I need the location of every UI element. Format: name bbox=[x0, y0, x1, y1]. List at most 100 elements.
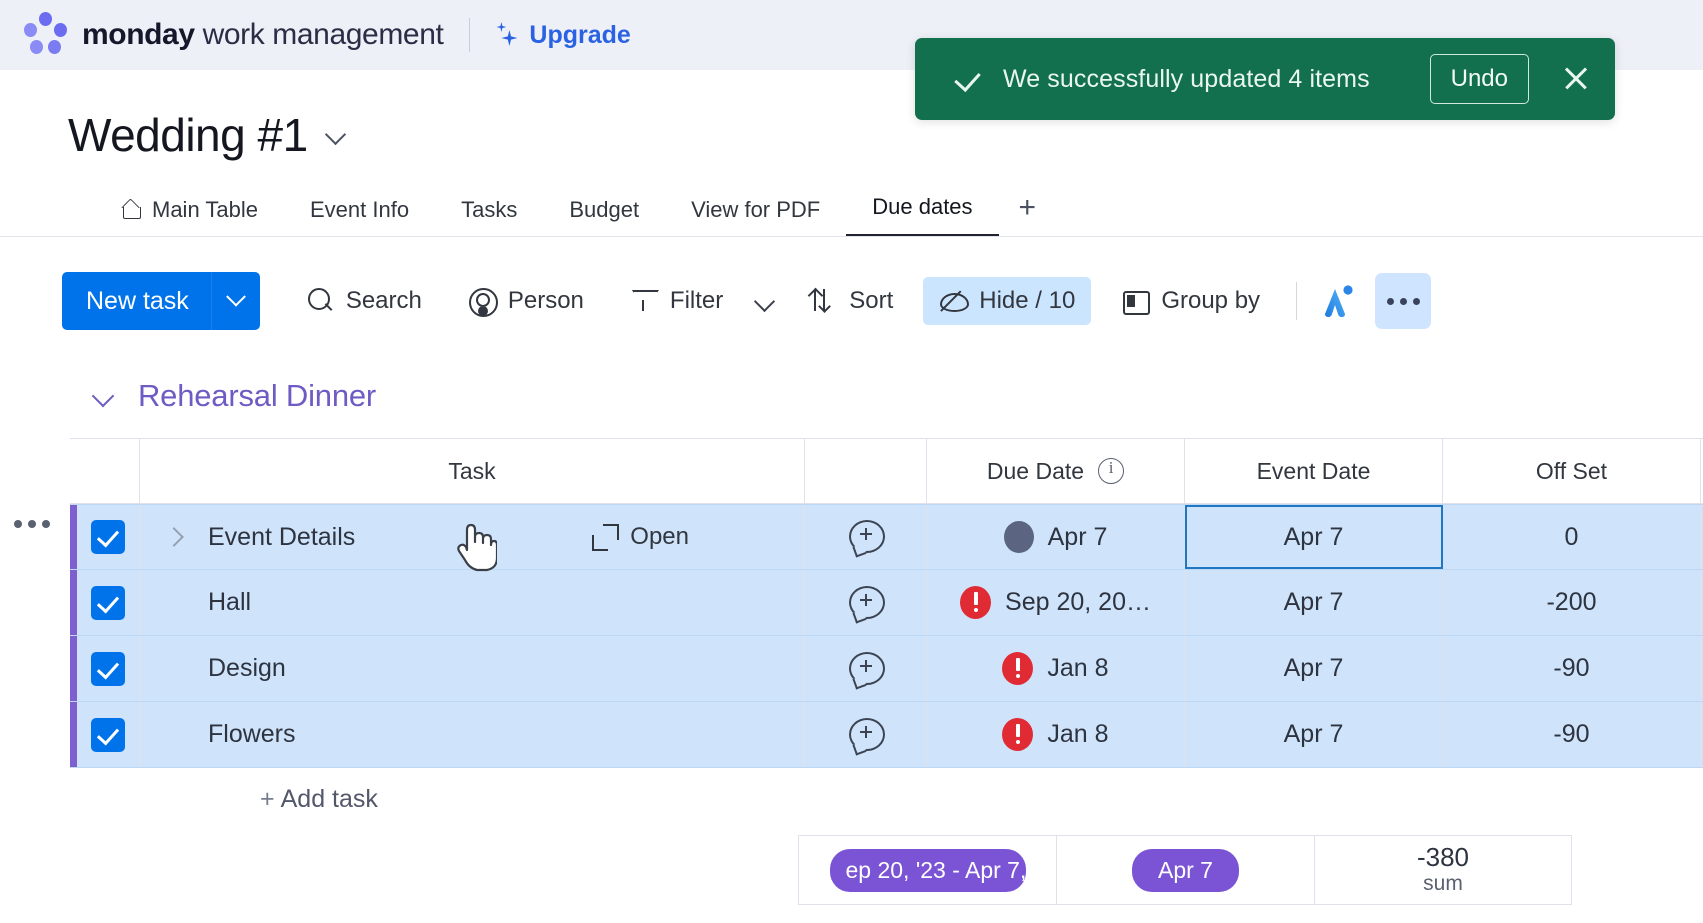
due-date-cell[interactable]: Jan 8 bbox=[927, 636, 1185, 701]
upgrade-button[interactable]: Upgrade bbox=[496, 21, 631, 50]
board-name[interactable]: Wedding #1 bbox=[68, 108, 308, 162]
due-date-cell[interactable]: Jan 8 bbox=[927, 702, 1185, 767]
person-label: Person bbox=[507, 287, 584, 314]
monday-ai-icon[interactable] bbox=[1315, 280, 1357, 322]
row-checkbox[interactable] bbox=[91, 717, 125, 752]
row-checkbox-cell[interactable] bbox=[77, 570, 140, 635]
tab-label: Due dates bbox=[872, 194, 973, 219]
due-date-cell[interactable]: Sep 20, 20… bbox=[927, 570, 1185, 635]
group-accent-bar bbox=[70, 636, 77, 701]
column-header-due-date[interactable]: Due Date bbox=[927, 439, 1185, 503]
event-date-value: Apr 7 bbox=[1283, 654, 1344, 682]
chevron-down-icon[interactable] bbox=[326, 124, 348, 146]
group-title[interactable]: Rehearsal Dinner bbox=[138, 378, 376, 414]
info-icon[interactable] bbox=[1098, 458, 1125, 484]
event-date-cell[interactable]: Apr 7 bbox=[1185, 702, 1443, 767]
tab-budget[interactable]: Budget bbox=[543, 197, 665, 237]
table-row[interactable]: Hall Sep 20, 20… Apr 7 -200 bbox=[70, 570, 1703, 636]
add-view-button[interactable]: + bbox=[999, 191, 1057, 237]
event-date-value: Apr 7 bbox=[1283, 522, 1344, 551]
summary-due-date-cell[interactable]: ep 20, '23 - Apr 7, '2 bbox=[798, 835, 1056, 905]
tab-due-dates[interactable]: Due dates bbox=[846, 194, 999, 237]
select-all-cell[interactable] bbox=[77, 439, 140, 503]
summary-off-set-cell[interactable]: -380 sum bbox=[1314, 835, 1572, 905]
tab-label: Tasks bbox=[461, 197, 518, 222]
summary-event-date-cell[interactable]: Apr 7 bbox=[1056, 835, 1314, 905]
toolbar-divider bbox=[1296, 282, 1298, 320]
more-options-button[interactable] bbox=[1375, 273, 1432, 329]
sort-icon bbox=[809, 287, 837, 315]
off-set-cell[interactable]: -90 bbox=[1443, 702, 1701, 767]
event-date-cell[interactable]: Apr 7 bbox=[1185, 570, 1443, 635]
task-name: Event Details bbox=[208, 522, 356, 551]
add-task-button[interactable]: + Add task bbox=[260, 785, 378, 814]
chevron-down-icon[interactable] bbox=[212, 294, 260, 308]
search-button[interactable]: Search bbox=[290, 277, 438, 325]
off-set-cell[interactable]: -90 bbox=[1443, 636, 1701, 701]
column-header-event-date[interactable]: Event Date bbox=[1185, 439, 1443, 503]
tab-event-info[interactable]: Event Info bbox=[284, 197, 435, 237]
page-title: Wedding #1 bbox=[68, 108, 348, 162]
hide-columns-button[interactable]: Hide / 10 bbox=[923, 277, 1092, 325]
off-set-cell[interactable]: -200 bbox=[1443, 570, 1701, 635]
updates-cell[interactable] bbox=[805, 570, 927, 635]
tab-view-for-pdf[interactable]: View for PDF bbox=[665, 197, 846, 237]
row-more-options-icon[interactable] bbox=[14, 520, 50, 528]
updates-cell[interactable] bbox=[805, 636, 927, 701]
task-name: Design bbox=[208, 654, 286, 682]
task-name-cell[interactable]: Event Details Open bbox=[140, 505, 805, 569]
chat-add-icon[interactable] bbox=[848, 717, 885, 752]
search-label: Search bbox=[345, 287, 422, 314]
expand-subitems-icon[interactable] bbox=[164, 526, 186, 548]
column-label: Task bbox=[448, 457, 496, 484]
table-row[interactable]: Event Details Open Apr 7 Apr 7 0 bbox=[70, 504, 1703, 570]
row-checkbox[interactable] bbox=[91, 651, 125, 686]
column-header-task[interactable]: Task bbox=[140, 439, 805, 503]
chat-add-icon[interactable] bbox=[848, 585, 885, 620]
row-checkbox-cell[interactable] bbox=[77, 636, 140, 701]
column-header-off-set[interactable]: Off Set bbox=[1443, 439, 1701, 503]
row-checkbox-cell[interactable] bbox=[77, 505, 140, 569]
sort-button[interactable]: Sort bbox=[793, 277, 909, 325]
row-checkbox[interactable] bbox=[91, 585, 125, 620]
task-name-cell[interactable]: Hall bbox=[140, 570, 805, 635]
filter-chevron-down-icon[interactable] bbox=[753, 288, 779, 314]
off-set-sum-value: -380 bbox=[1416, 842, 1470, 873]
tab-main-table[interactable]: Main Table bbox=[96, 197, 284, 237]
undo-button[interactable]: Undo bbox=[1429, 54, 1529, 104]
column-label: Event Date bbox=[1256, 457, 1371, 484]
task-name: Hall bbox=[208, 588, 252, 616]
row-checkbox[interactable] bbox=[91, 520, 125, 554]
toast-message: We successfully updated 4 items bbox=[1003, 64, 1370, 93]
chat-add-icon[interactable] bbox=[848, 651, 885, 686]
new-task-button[interactable]: New task bbox=[62, 272, 260, 330]
updates-cell[interactable] bbox=[805, 505, 927, 569]
open-item-button[interactable]: Open bbox=[592, 523, 689, 551]
due-date-cell[interactable]: Apr 7 bbox=[927, 505, 1185, 569]
row-checkbox-cell[interactable] bbox=[77, 702, 140, 767]
table-row[interactable]: Flowers Jan 8 Apr 7 -90 bbox=[70, 702, 1703, 768]
add-task-row[interactable]: + Add task bbox=[70, 768, 1703, 830]
group-summary-row: ep 20, '23 - Apr 7, '2 Apr 7 -380 sum bbox=[70, 835, 1703, 905]
group-by-icon bbox=[1121, 287, 1151, 315]
filter-icon bbox=[630, 287, 658, 315]
tab-tasks[interactable]: Tasks bbox=[435, 197, 543, 237]
person-filter-button[interactable]: Person bbox=[452, 277, 600, 325]
event-date-cell[interactable]: Apr 7 bbox=[1185, 636, 1443, 701]
due-date-value: Apr 7 bbox=[1047, 522, 1108, 551]
brand-title: monday work management bbox=[82, 18, 444, 52]
group-by-button[interactable]: Group by bbox=[1105, 277, 1276, 325]
chevron-down-icon[interactable] bbox=[92, 383, 118, 409]
table-row[interactable]: Design Jan 8 Apr 7 -90 bbox=[70, 636, 1703, 702]
close-icon[interactable] bbox=[1559, 62, 1593, 96]
home-icon bbox=[122, 200, 142, 220]
event-date-cell[interactable]: Apr 7 bbox=[1185, 505, 1443, 569]
filter-button[interactable]: Filter bbox=[614, 277, 739, 325]
task-name: Flowers bbox=[208, 720, 296, 748]
updates-cell[interactable] bbox=[805, 702, 927, 767]
chat-add-icon[interactable] bbox=[848, 520, 885, 554]
task-name-cell[interactable]: Design bbox=[140, 636, 805, 701]
task-name-cell[interactable]: Flowers bbox=[140, 702, 805, 767]
off-set-cell[interactable]: 0 bbox=[1443, 505, 1701, 569]
event-date-pill: Apr 7 bbox=[1132, 848, 1239, 892]
